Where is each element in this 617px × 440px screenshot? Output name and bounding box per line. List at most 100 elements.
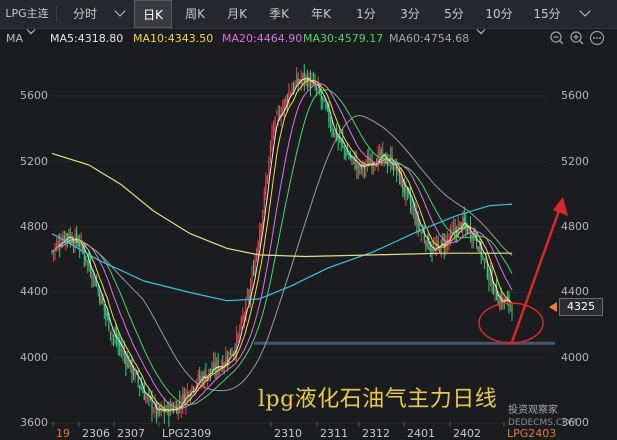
chevron-down-icon: [114, 5, 126, 17]
timeshare-dropdown[interactable]: [108, 0, 130, 28]
zoom-out-icon[interactable]: [549, 30, 565, 46]
highlight-circle: [478, 302, 544, 344]
zoom-in-icon[interactable]: [569, 30, 585, 46]
candle-body: [302, 74, 304, 79]
candle-body: [209, 368, 212, 373]
candle-body: [92, 274, 95, 278]
watermark-line1: 投资观察家: [508, 405, 558, 416]
candle-body: [422, 231, 424, 234]
x-tick-label: LPG2309: [162, 427, 212, 440]
candle-body: [483, 258, 485, 260]
candle-body: [243, 314, 245, 319]
tab-label: 5分: [444, 7, 464, 21]
candle-body: [79, 244, 81, 248]
candle-body: [477, 246, 479, 252]
candle-body: [437, 240, 439, 246]
candle-body: [186, 390, 188, 395]
y-tick-label: 4800: [20, 220, 48, 234]
tab-3min[interactable]: 3分: [390, 0, 430, 28]
candle-body: [334, 131, 336, 137]
candle-body: [405, 186, 407, 196]
tab-label: 3分: [400, 7, 420, 21]
candle-body: [109, 331, 112, 334]
candle-body: [309, 77, 312, 89]
candle-body: [251, 273, 253, 286]
tab-weekly-k[interactable]: 周K: [176, 0, 214, 28]
symbol-selector[interactable]: LPG主连: [0, 0, 54, 28]
candle-body: [188, 392, 190, 398]
candle-body: [132, 371, 135, 376]
candle-body: [105, 308, 107, 316]
tab-monthly-k[interactable]: 月K: [218, 0, 256, 28]
tab-timeshare[interactable]: 分时: [62, 0, 108, 28]
more-periods-dropdown[interactable]: [572, 0, 596, 28]
candle-body: [345, 150, 347, 157]
candle-body: [262, 210, 264, 225]
candle-body: [246, 296, 248, 298]
candle-body: [459, 221, 461, 223]
y-tick-label: 4800: [561, 220, 589, 234]
ma20-value: MA20:4464.90: [222, 32, 303, 45]
candle-body: [199, 375, 201, 380]
candle-body: [226, 359, 228, 362]
candle-body: [191, 385, 193, 392]
tab-10min[interactable]: 10分: [478, 0, 520, 28]
candle-body: [248, 295, 250, 299]
tab-15min[interactable]: 15分: [526, 0, 568, 28]
y-tick-label: 5600: [561, 89, 589, 103]
candle-body: [488, 279, 490, 281]
last-price-tag: 4325: [559, 298, 603, 316]
y-tick-label: 3600: [20, 416, 48, 430]
period-toolbar: LPG主连 分时 日K 周K 月K 季K 年K 1分 3分 5分 10分 15分: [0, 0, 617, 29]
tab-label: 月K: [227, 7, 247, 21]
tab-quarterly-k[interactable]: 季K: [260, 0, 298, 28]
candle-body: [439, 247, 441, 253]
x-tick-label: 2310: [274, 427, 302, 440]
candle-body: [325, 103, 327, 107]
ma20-line: [51, 82, 513, 410]
candle-body: [86, 260, 88, 263]
tab-5min[interactable]: 5分: [434, 0, 474, 28]
symbol-label: LPG主连: [5, 7, 49, 20]
ma60-value: MA60:4754.68: [389, 32, 470, 45]
ma-label: MA: [6, 32, 24, 45]
divider: [56, 6, 57, 22]
candle-body: [329, 125, 332, 127]
x-tick-label: 2312: [362, 427, 390, 440]
tab-1min[interactable]: 1分: [346, 0, 386, 28]
candlestick-chart[interactable]: [0, 50, 617, 427]
candle-body: [256, 250, 258, 261]
candle-body: [277, 112, 279, 115]
x-tick-label: 2402: [453, 427, 481, 440]
candle-body: [122, 350, 124, 352]
candle-body: [400, 177, 402, 186]
candle-body: [414, 210, 416, 223]
candle-body: [285, 97, 287, 104]
candle-body: [257, 243, 259, 253]
tab-label: 年K: [311, 7, 331, 21]
candle-body: [91, 276, 93, 280]
ma30-value: MA30:4579.17: [303, 32, 384, 45]
ma120-line: [51, 203, 513, 302]
tab-yearly-k[interactable]: 年K: [302, 0, 340, 28]
candle-body: [106, 314, 108, 317]
tab-label: 季K: [269, 7, 289, 21]
candle-body: [485, 259, 487, 262]
y-tick-label: 5200: [20, 154, 48, 168]
candle-body: [239, 330, 241, 332]
candle-body: [148, 392, 150, 396]
candle-body: [403, 187, 405, 194]
candle-body: [286, 98, 288, 103]
y-tick-label: 4000: [561, 350, 589, 364]
more-icon[interactable]: [589, 30, 605, 46]
candle-body: [216, 361, 218, 372]
candle-body: [366, 158, 368, 163]
last-price-marker-icon: [549, 302, 557, 312]
candle-body: [266, 175, 268, 183]
tab-daily-k[interactable]: 日K: [134, 0, 172, 28]
candle-body: [103, 304, 105, 311]
candle-body: [111, 334, 113, 336]
candle-body: [237, 333, 239, 340]
ma5-value: MA5:4318.80: [50, 32, 124, 45]
candle-body: [452, 228, 455, 231]
